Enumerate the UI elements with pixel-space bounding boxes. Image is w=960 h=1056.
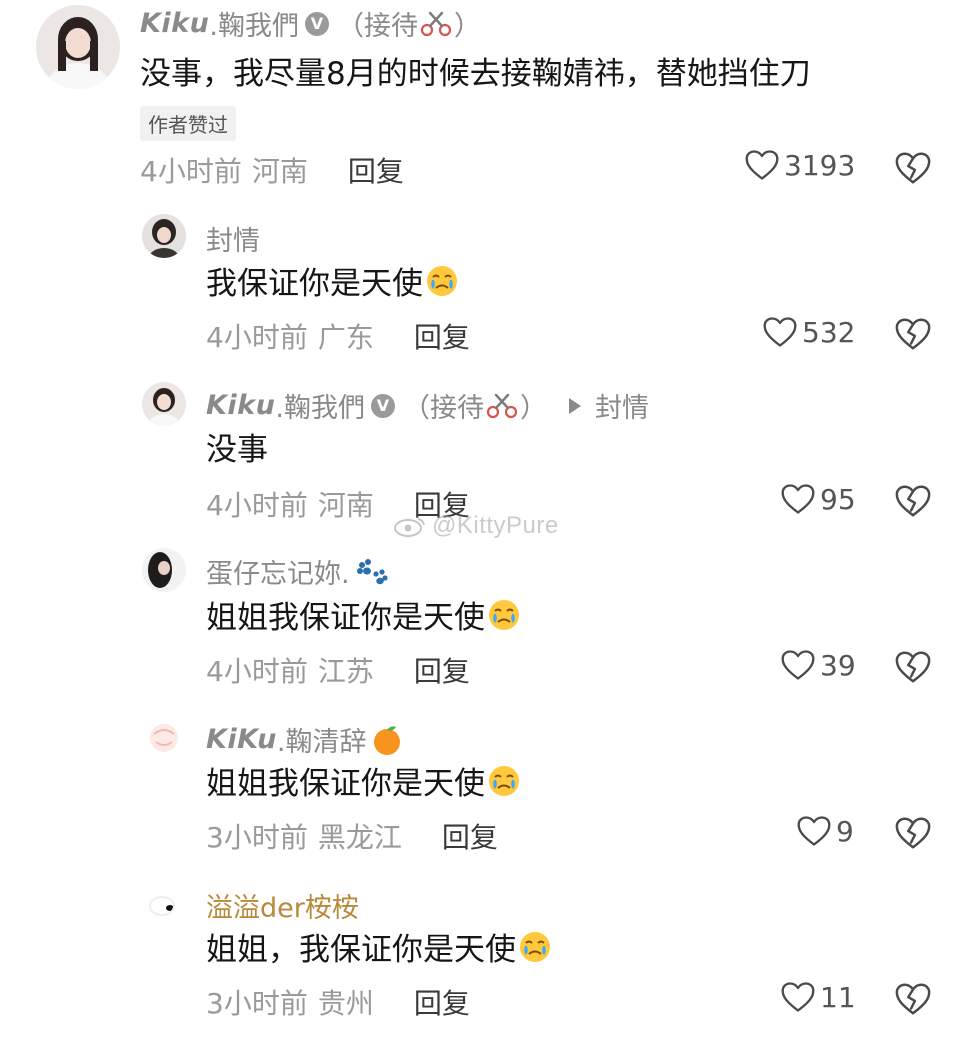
comment-location: 河南 (317, 489, 374, 522)
like-count: 532 (802, 315, 856, 349)
heart-outline-icon (744, 148, 780, 182)
comment-time: 3小时前 (206, 987, 308, 1020)
heart-outline-icon (796, 814, 832, 848)
broken-heart-icon[interactable] (894, 316, 932, 352)
scissors-icon (486, 393, 518, 419)
heart-outline-icon (780, 980, 816, 1014)
verified-v-icon: V (304, 11, 329, 36)
comment-text: 姐姐我保证你是天使 (206, 758, 521, 803)
broken-heart-icon[interactable] (894, 981, 932, 1017)
comment-meta: 4小时前 河南 回复 (140, 150, 404, 190)
comment-text: 没事，我尽量8月的时候去接鞠婧祎，替她挡住刀 (140, 56, 811, 92)
reply-button[interactable]: 回复 (348, 150, 404, 190)
comment-text: 姐姐我保证你是天使 (206, 592, 521, 637)
author-liked-badge: 作者赞过 (140, 106, 236, 141)
reply-button[interactable]: 回复 (414, 316, 470, 356)
comment-location: 贵州 (317, 987, 374, 1020)
like-count: 3193 (784, 148, 856, 182)
scissors-icon (420, 11, 452, 37)
reply-to-arrow-icon (568, 397, 581, 414)
heart-outline-icon (780, 482, 816, 516)
crying-face-emoji (425, 264, 459, 298)
verified-v-icon: V (370, 393, 395, 418)
like-button[interactable]: 11 (780, 980, 856, 1014)
username[interactable]: 溢溢der桉桉 (206, 886, 359, 925)
like-count: 95 (820, 482, 856, 516)
broken-heart-icon[interactable] (894, 649, 932, 685)
reply-to-user[interactable]: 封情 (595, 386, 649, 425)
comment-time: 3小时前 (206, 821, 308, 854)
avatar[interactable] (142, 716, 186, 760)
reply-button[interactable]: 回复 (442, 816, 498, 856)
comment-time: 4小时前 (206, 321, 308, 354)
reply-button[interactable]: 回复 (414, 982, 470, 1022)
weibo-eye-icon (394, 518, 425, 537)
comment-text: 我保证你是天使 (206, 258, 459, 303)
watermark: @KittyPure (392, 512, 559, 540)
username[interactable]: Kiku .鞠我們 V （接待 ） 封情 (206, 386, 649, 425)
comment-location: 江苏 (317, 655, 374, 688)
broken-heart-icon[interactable] (894, 815, 932, 851)
avatar[interactable] (142, 548, 186, 592)
comment-time: 4小时前 (206, 489, 308, 522)
heart-outline-icon (780, 648, 816, 682)
like-count: 11 (820, 980, 856, 1014)
like-button[interactable]: 532 (762, 315, 855, 349)
comment-location: 广东 (317, 321, 374, 354)
username[interactable]: Kiku .鞠我們 V （接待 ） (140, 4, 481, 43)
comment-location: 黑龙江 (317, 821, 402, 854)
avatar[interactable] (142, 382, 186, 426)
broken-heart-icon[interactable] (894, 150, 932, 186)
comment-meta: 3小时前 贵州 回复 (206, 982, 470, 1022)
comment-location: 河南 (251, 155, 308, 188)
paw-prints-emoji (356, 558, 388, 584)
like-button[interactable]: 3193 (744, 148, 855, 182)
comment-meta: 4小时前 江苏 回复 (206, 650, 470, 690)
comment-meta: 3小时前 黑龙江 回复 (206, 816, 498, 856)
comment-text: 姐姐，我保证你是天使 (206, 924, 552, 969)
comment-time: 4小时前 (206, 655, 308, 688)
avatar[interactable] (36, 5, 120, 89)
like-count: 9 (836, 814, 854, 848)
crying-face-emoji (518, 930, 552, 964)
like-button[interactable]: 9 (796, 814, 854, 848)
reply-button[interactable]: 回复 (414, 650, 470, 690)
username[interactable]: 封情 (206, 219, 260, 258)
broken-heart-icon[interactable] (894, 483, 932, 519)
comment-meta: 4小时前 广东 回复 (206, 316, 470, 356)
crying-face-emoji (487, 598, 521, 632)
username[interactable]: 蛋仔忘记妳. (206, 552, 388, 591)
crying-face-emoji (487, 764, 521, 798)
avatar[interactable] (142, 882, 186, 926)
like-count: 39 (820, 648, 856, 682)
comment-time: 4小时前 (140, 155, 242, 188)
like-button[interactable]: 39 (780, 648, 856, 682)
avatar[interactable] (142, 214, 186, 258)
like-button[interactable]: 95 (780, 482, 856, 516)
comment-text: 没事 (206, 432, 268, 468)
username[interactable]: KiKu .鞠清辞 (206, 720, 404, 759)
heart-outline-icon (762, 315, 798, 349)
tangerine-emoji (374, 725, 401, 755)
